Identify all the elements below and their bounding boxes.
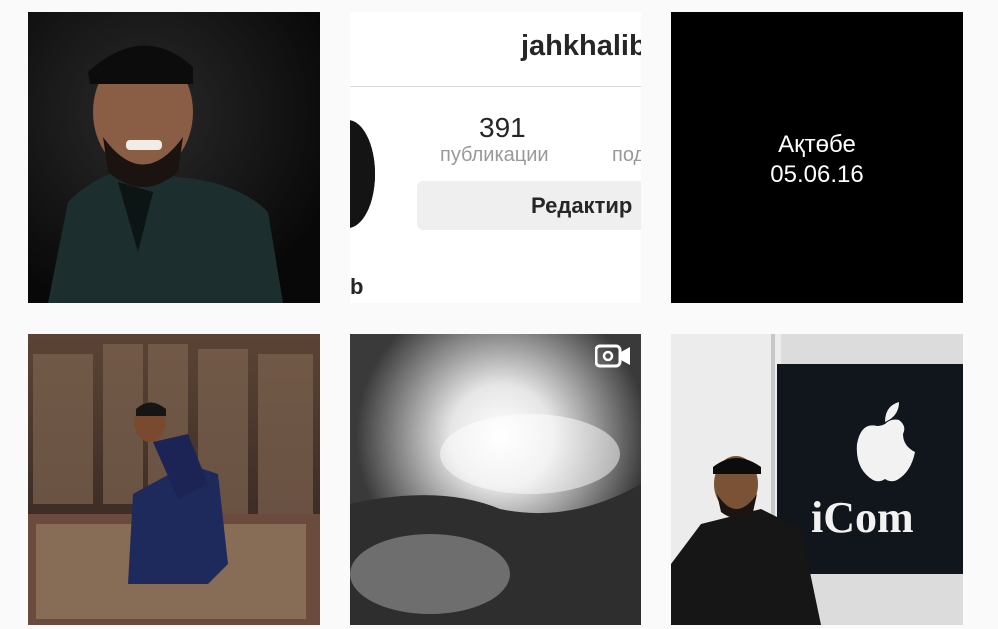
post-photo-bw bbox=[350, 334, 641, 625]
post-text: Ақтөбе 05.06.16 bbox=[671, 130, 963, 190]
post-tile-4[interactable] bbox=[28, 334, 320, 625]
store-logo-text: iCom bbox=[811, 493, 914, 542]
profile-header-crop: jahkhalib 391 публикации под Редактир b bbox=[350, 12, 641, 303]
profile-name: b bbox=[350, 274, 364, 299]
post-photo-prayer bbox=[28, 334, 320, 625]
post-photo-store bbox=[671, 334, 963, 625]
posts-label: публикации bbox=[440, 144, 549, 166]
post-tile-3[interactable]: Ақтөбе 05.06.16 bbox=[671, 12, 963, 303]
post-tile-5[interactable] bbox=[350, 334, 641, 625]
profile-username[interactable]: jahkhalib bbox=[521, 30, 641, 63]
post-date: 05.06.16 bbox=[770, 161, 864, 188]
post-city: Ақтөбе bbox=[778, 131, 856, 158]
post-tile-6[interactable]: iCom bbox=[671, 334, 963, 625]
post-photo-portrait bbox=[28, 12, 320, 303]
divider bbox=[350, 86, 641, 87]
post-tile-1[interactable] bbox=[28, 12, 320, 303]
video-camera-icon bbox=[595, 344, 630, 368]
followers-label[interactable]: под bbox=[612, 144, 641, 167]
avatar-image bbox=[350, 120, 375, 228]
profile-avatar[interactable] bbox=[350, 120, 375, 228]
posts-count: 391 bbox=[479, 112, 526, 143]
edit-profile-button[interactable]: Редактир bbox=[417, 181, 641, 230]
